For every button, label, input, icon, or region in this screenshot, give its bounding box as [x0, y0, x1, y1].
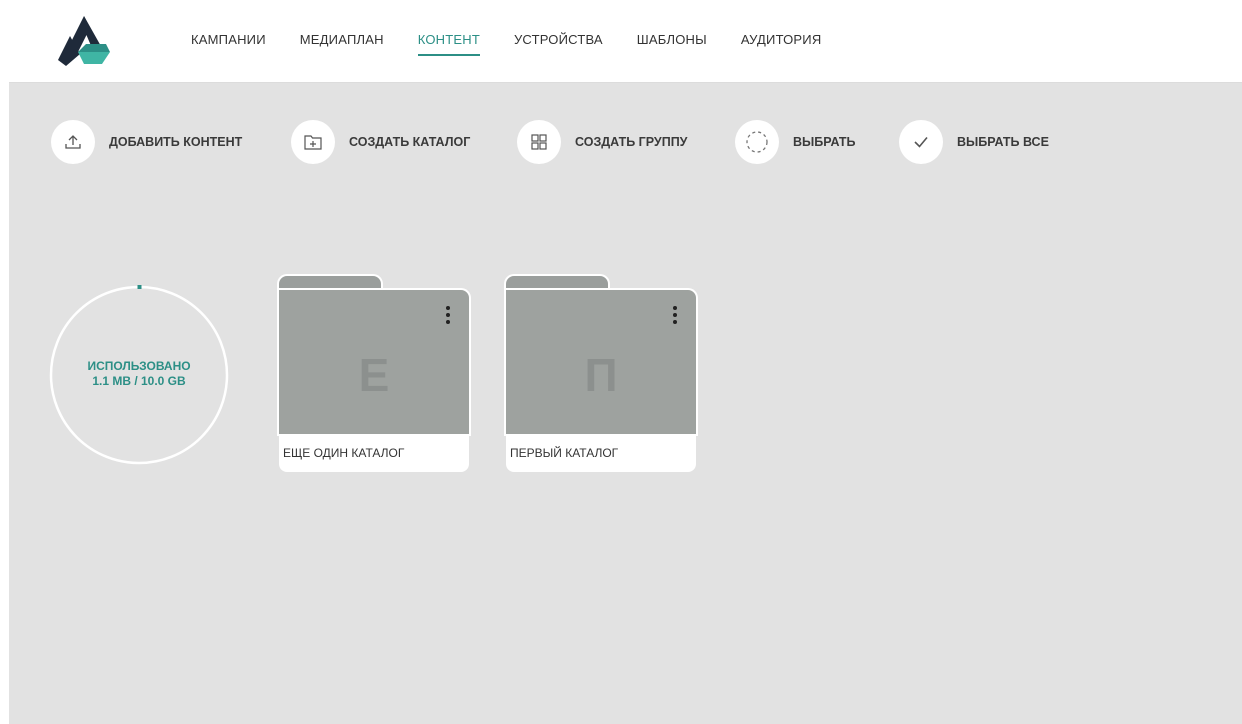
- more-vertical-icon[interactable]: [672, 306, 678, 324]
- checkmark-icon: [899, 120, 943, 164]
- add-content-button[interactable]: ДОБАВИТЬ КОНТЕНТ: [51, 120, 242, 164]
- dashed-circle-icon: [735, 120, 779, 164]
- create-group-label: СОЗДАТЬ ГРУППУ: [575, 135, 688, 149]
- folder-name: ПЕРВЫЙ КАТАЛОГ: [506, 434, 696, 472]
- storage-usage-label: ИСПОЛЬЗОВАНО: [87, 359, 191, 373]
- storage-usage-widget: ИСПОЛЬЗОВАНО 1.1 MB / 10.0 GB: [49, 285, 229, 465]
- upload-icon: [51, 120, 95, 164]
- nav-item-campaigns[interactable]: КАМПАНИИ: [191, 30, 266, 56]
- nav-item-audience[interactable]: АУДИТОРИЯ: [741, 30, 822, 56]
- folder-name-text: ПЕРВЫЙ КАТАЛОГ: [510, 446, 619, 460]
- grid-icon: [517, 120, 561, 164]
- storage-usage-value: 1.1 MB / 10.0 GB: [92, 374, 186, 388]
- folder-name: ЕЩЕ ОДИН КАТАЛОГ: [279, 434, 469, 472]
- select-all-label: ВЫБРАТЬ ВСЕ: [957, 135, 1049, 149]
- main-nav: КАМПАНИИ МЕДИАПЛАН КОНТЕНТ УСТРОЙСТВА ША…: [191, 30, 855, 56]
- create-catalog-label: СОЗДАТЬ КАТАЛОГ: [349, 135, 471, 149]
- folder-thumbnail: П: [506, 290, 696, 434]
- nav-item-templates[interactable]: ШАБЛОНЫ: [637, 30, 707, 56]
- create-group-button[interactable]: СОЗДАТЬ ГРУППУ: [517, 120, 687, 164]
- storage-usage-indicator: [137, 285, 142, 289]
- folder-card[interactable]: Е ЕЩЕ ОДИН КАТАЛОГ: [279, 276, 469, 472]
- select-button[interactable]: ВЫБРАТЬ: [735, 120, 856, 164]
- more-vertical-icon[interactable]: [445, 306, 451, 324]
- select-all-button[interactable]: ВЫБРАТЬ ВСЕ: [899, 120, 1049, 164]
- add-folder-icon: [291, 120, 335, 164]
- create-catalog-button[interactable]: СОЗДАТЬ КАТАЛОГ: [291, 120, 470, 164]
- app-root: КАМПАНИИ МЕДИАПЛАН КОНТЕНТ УСТРОЙСТВА ША…: [9, 0, 1242, 724]
- select-label: ВЫБРАТЬ: [793, 135, 856, 149]
- app-logo-icon[interactable]: [56, 14, 112, 68]
- top-navigation-bar: КАМПАНИИ МЕДИАПЛАН КОНТЕНТ УСТРОЙСТВА ША…: [9, 0, 1242, 83]
- folder-thumbnail: Е: [279, 290, 469, 434]
- folder-name-text: ЕЩЕ ОДИН КАТАЛОГ: [283, 446, 405, 460]
- add-content-label: ДОБАВИТЬ КОНТЕНТ: [109, 135, 243, 149]
- folder-initial: Е: [358, 349, 390, 401]
- folder-card[interactable]: П ПЕРВЫЙ КАТАЛОГ: [506, 276, 696, 472]
- nav-item-devices[interactable]: УСТРОЙСТВА: [514, 30, 603, 56]
- storage-usage-text: ИСПОЛЬЗОВАНО 1.1 MB / 10.0 GB: [49, 359, 229, 389]
- nav-item-mediaplan[interactable]: МЕДИАПЛАН: [300, 30, 384, 56]
- folder-initial: П: [584, 349, 618, 401]
- nav-item-content[interactable]: КОНТЕНТ: [417, 30, 480, 56]
